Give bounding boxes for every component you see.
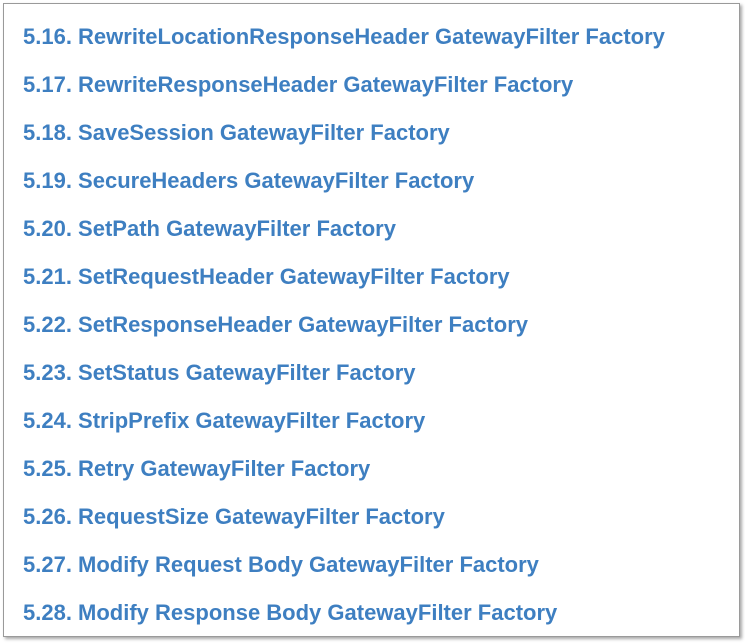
toc-link-5-19[interactable]: 5.19. SecureHeaders GatewayFilter Factor… <box>23 168 474 193</box>
toc-item-5-16: 5.16. RewriteLocationResponseHeader Gate… <box>23 18 665 66</box>
toc-item-5-18: 5.18. SaveSession GatewayFilter Factory <box>23 114 665 162</box>
toc-link-5-22[interactable]: 5.22. SetResponseHeader GatewayFilter Fa… <box>23 312 528 337</box>
toc-link-5-25[interactable]: 5.25. Retry GatewayFilter Factory <box>23 456 370 481</box>
toc-item-5-26: 5.26. RequestSize GatewayFilter Factory <box>23 498 665 546</box>
toc-link-5-20[interactable]: 5.20. SetPath GatewayFilter Factory <box>23 216 396 241</box>
toc-list: 5.16. RewriteLocationResponseHeader Gate… <box>23 18 665 642</box>
toc-item-5-27: 5.27. Modify Request Body GatewayFilter … <box>23 546 665 594</box>
toc-item-5-23: 5.23. SetStatus GatewayFilter Factory <box>23 354 665 402</box>
toc-link-5-16[interactable]: 5.16. RewriteLocationResponseHeader Gate… <box>23 24 665 49</box>
toc-item-5-28: 5.28. Modify Response Body GatewayFilter… <box>23 594 665 642</box>
toc-item-5-21: 5.21. SetRequestHeader GatewayFilter Fac… <box>23 258 665 306</box>
toc-link-5-18[interactable]: 5.18. SaveSession GatewayFilter Factory <box>23 120 450 145</box>
toc-link-5-28[interactable]: 5.28. Modify Response Body GatewayFilter… <box>23 600 557 625</box>
toc-item-5-17: 5.17. RewriteResponseHeader GatewayFilte… <box>23 66 665 114</box>
toc-item-5-24: 5.24. StripPrefix GatewayFilter Factory <box>23 402 665 450</box>
toc-link-5-24[interactable]: 5.24. StripPrefix GatewayFilter Factory <box>23 408 425 433</box>
toc-panel: 5.16. RewriteLocationResponseHeader Gate… <box>3 3 740 637</box>
toc-item-5-22: 5.22. SetResponseHeader GatewayFilter Fa… <box>23 306 665 354</box>
toc-link-5-23[interactable]: 5.23. SetStatus GatewayFilter Factory <box>23 360 416 385</box>
toc-link-5-27[interactable]: 5.27. Modify Request Body GatewayFilter … <box>23 552 539 577</box>
toc-item-5-25: 5.25. Retry GatewayFilter Factory <box>23 450 665 498</box>
toc-item-5-19: 5.19. SecureHeaders GatewayFilter Factor… <box>23 162 665 210</box>
toc-link-5-26[interactable]: 5.26. RequestSize GatewayFilter Factory <box>23 504 445 529</box>
toc-link-5-21[interactable]: 5.21. SetRequestHeader GatewayFilter Fac… <box>23 264 510 289</box>
toc-item-5-20: 5.20. SetPath GatewayFilter Factory <box>23 210 665 258</box>
toc-link-5-17[interactable]: 5.17. RewriteResponseHeader GatewayFilte… <box>23 72 573 97</box>
